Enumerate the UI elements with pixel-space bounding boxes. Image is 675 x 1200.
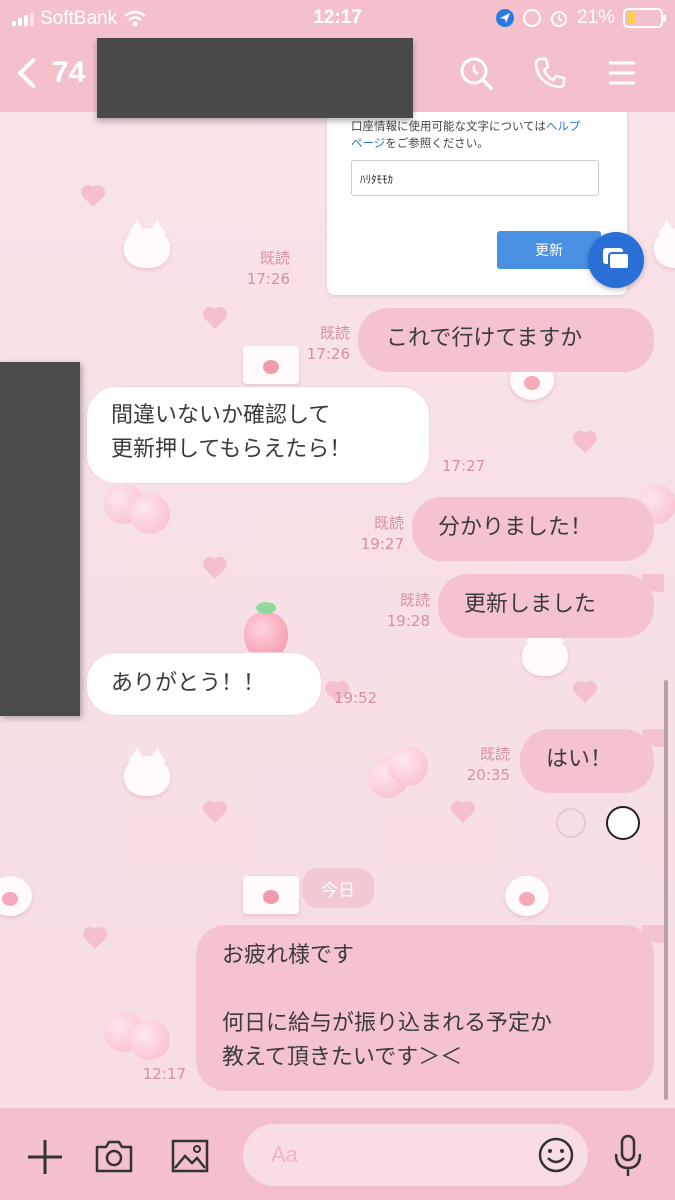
message-time: 17:26	[246, 270, 290, 288]
read-receipt: 既読	[479, 745, 510, 763]
reaction-add-icon[interactable]	[556, 808, 586, 838]
redacted-avatar	[0, 362, 80, 716]
message-meta: 既読 17:26	[296, 323, 350, 365]
plus-icon[interactable]	[26, 1138, 64, 1176]
my-message[interactable]: お疲れ様です 何日に給与が振り込まれる予定か 教えて頂きたいです＞＜	[196, 925, 654, 1091]
paw-decoration	[505, 876, 549, 916]
battery-percent: 21%	[576, 7, 615, 28]
message-meta: 既読 20:35	[456, 744, 510, 786]
alarm-icon	[550, 11, 567, 27]
menu-icon[interactable]	[607, 58, 637, 88]
heart-decoration	[130, 494, 170, 534]
read-receipt: 既読	[319, 324, 350, 342]
small-heart-decoration	[205, 559, 225, 579]
chat-header: 74	[0, 38, 675, 118]
chat-bubble-icon	[588, 232, 644, 288]
message-time: 19:27	[360, 535, 404, 553]
read-receipt: 既読	[259, 249, 290, 267]
message-input[interactable]: Aa	[243, 1124, 588, 1186]
card-text-prefix: 口座情報に使用可能な文字については	[351, 119, 546, 133]
shared-screenshot[interactable]: 口座情報に使用可能な文字についてはヘルプ ページをご参照ください。 ﾊﾘﾀﾓﾓｶ…	[327, 112, 627, 295]
kitty-decoration	[124, 748, 170, 796]
small-heart-decoration	[83, 187, 103, 207]
header-actions	[459, 56, 637, 90]
back-button[interactable]: 74	[17, 56, 86, 90]
redacted-contact-name	[97, 38, 413, 118]
card-text-suffix: をご参照ください。	[385, 136, 489, 150]
status-bar: SoftBank 12:17 21%	[0, 0, 675, 38]
message-time: 19:52	[334, 689, 378, 707]
message-time: 12:17	[142, 1065, 186, 1083]
my-message[interactable]: これで行けてますか	[358, 308, 654, 372]
account-name-field: ﾊﾘﾀﾓﾓｶ	[351, 160, 599, 196]
message-placeholder: Aa	[271, 1142, 298, 1167]
small-heart-decoration	[575, 433, 595, 453]
their-message[interactable]: 間違いないか確認して 更新押してもらえたら！	[86, 386, 430, 484]
small-heart-decoration	[205, 309, 225, 329]
my-message[interactable]: 更新しました	[438, 574, 654, 638]
small-heart-decoration	[575, 683, 595, 703]
status-icons: 21%	[495, 7, 666, 29]
message-time: 17:26	[306, 345, 350, 363]
sticker-reaction-icon[interactable]	[606, 806, 640, 840]
paw-decoration	[0, 876, 32, 916]
card-help-text: 口座情報に使用可能な文字についてはヘルプ ページをご参照ください。	[351, 118, 611, 152]
my-message[interactable]: はい！	[520, 729, 654, 793]
read-receipt: 既読	[399, 591, 430, 609]
small-heart-decoration	[205, 803, 225, 823]
message-meta: 既読 19:28	[376, 590, 430, 632]
heart-decoration	[388, 746, 428, 786]
envelope-decoration	[243, 876, 299, 914]
unread-count: 74	[52, 56, 86, 89]
small-heart-decoration	[453, 803, 473, 823]
message-time: 17:27	[442, 457, 486, 475]
read-receipt: 既読	[373, 514, 404, 532]
location-icon	[495, 9, 514, 27]
help-link: ヘルプ	[545, 119, 581, 133]
small-heart-decoration	[85, 929, 105, 949]
card-meta: 既読 17:26	[236, 248, 290, 290]
kitty-decoration	[522, 628, 568, 676]
mic-icon[interactable]	[612, 1134, 644, 1178]
heart-decoration	[130, 1020, 170, 1060]
input-bar: Aa	[0, 1108, 675, 1200]
kitty-decoration	[124, 220, 170, 268]
emoji-icon[interactable]	[538, 1137, 574, 1173]
message-time: 20:35	[466, 766, 510, 784]
envelope-decoration	[243, 346, 299, 384]
date-separator: 今日	[302, 868, 374, 908]
image-icon[interactable]	[170, 1138, 210, 1174]
their-message[interactable]: ありがとう！！	[86, 652, 322, 716]
camera-icon[interactable]	[94, 1138, 134, 1174]
search-icon[interactable]	[459, 56, 493, 90]
battery-icon	[623, 8, 666, 28]
rotation-lock-icon	[522, 9, 541, 27]
message-time: 19:28	[386, 612, 430, 630]
message-meta: 既読 19:27	[350, 513, 404, 555]
kitty-decoration	[654, 220, 675, 268]
card-update-button: 更新	[497, 231, 601, 269]
my-message[interactable]: 分かりました！	[412, 497, 654, 561]
phone-icon[interactable]	[533, 56, 567, 90]
scrollbar[interactable]	[664, 680, 668, 1100]
back-chevron-icon	[17, 57, 49, 89]
help-link-cont: ページ	[351, 136, 386, 150]
